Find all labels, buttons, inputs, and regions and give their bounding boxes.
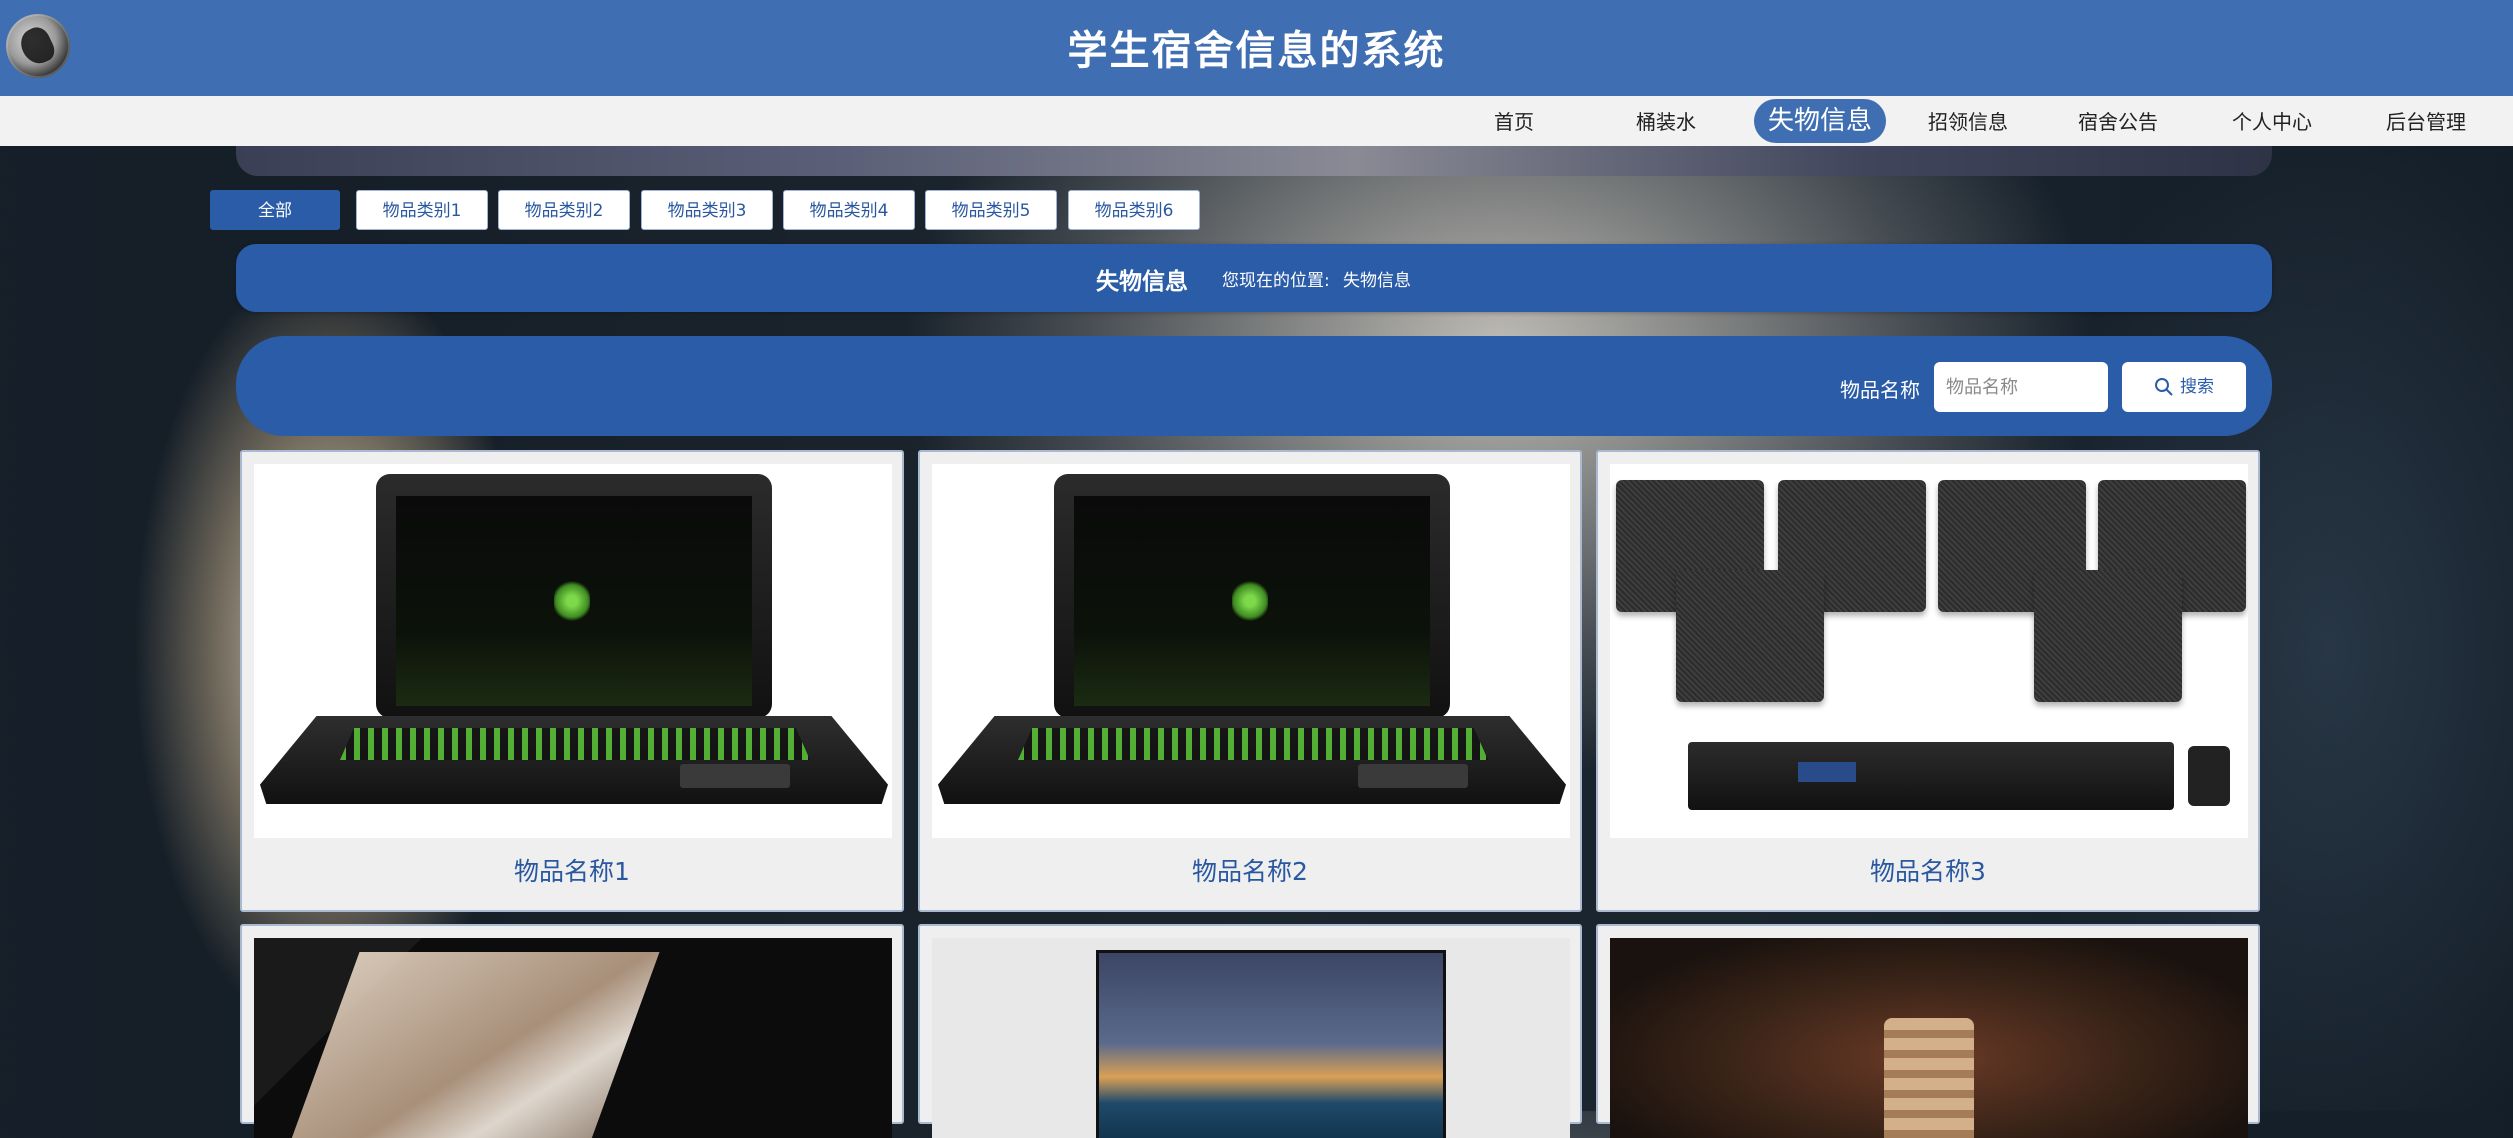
item-card-6[interactable] <box>1596 924 2260 1138</box>
page-title: 失物信息 <box>1096 269 1188 295</box>
category-tab-3[interactable]: 物品类别3 <box>641 190 773 230</box>
main-nav: 首页 桶装水 失物信息 招领信息 宿舍公告 个人中心 后台管理 <box>0 96 2513 146</box>
category-tab-all[interactable]: 全部 <box>210 190 340 230</box>
search-icon <box>2155 378 2173 396</box>
item-card-4[interactable] <box>240 924 904 1138</box>
laptop-image <box>254 938 892 1138</box>
nav-item-found-items[interactable]: 招领信息 <box>1926 106 2010 138</box>
item-card-5[interactable] <box>918 924 1582 1138</box>
search-label: 物品名称 <box>1840 378 1920 402</box>
breadcrumb: 失物信息 您现在的位置: 失物信息 <box>236 244 2272 312</box>
banner-image <box>236 146 2272 176</box>
search-button-label: 搜索 <box>2180 377 2214 397</box>
category-tab-6[interactable]: 物品类别6 <box>1068 190 1200 230</box>
top-header: 学生宿舍信息的系统 <box>0 0 2513 96</box>
nav-item-dorm-notice[interactable]: 宿舍公告 <box>2076 106 2160 138</box>
item-card-1[interactable]: 物品名称1 <box>240 450 904 912</box>
item-card-3[interactable]: 物品名称3 <box>1596 450 2260 912</box>
item-name[interactable]: 物品名称2 <box>920 852 1580 888</box>
search-panel: 物品名称 搜索 <box>236 336 2272 436</box>
breadcrumb-label: 您现在的位置: <box>1222 271 1330 291</box>
site-title: 学生宿舍信息的系统 <box>1067 28 1446 74</box>
item-image[interactable] <box>932 464 1570 838</box>
laptop-image <box>1054 474 1450 718</box>
breadcrumb-current[interactable]: 失物信息 <box>1343 266 1411 291</box>
category-tab-4[interactable]: 物品类别4 <box>783 190 915 230</box>
item-image[interactable] <box>1610 464 2248 838</box>
nav-item-water[interactable]: 桶装水 <box>1634 106 1698 138</box>
item-image[interactable] <box>1610 938 2248 1138</box>
nav-item-profile[interactable]: 个人中心 <box>2230 106 2314 138</box>
category-tab-2[interactable]: 物品类别2 <box>498 190 630 230</box>
item-card-2[interactable]: 物品名称2 <box>918 450 1582 912</box>
category-tab-5[interactable]: 物品类别5 <box>925 190 1057 230</box>
laptop-image <box>376 474 772 718</box>
search-input[interactable] <box>1934 362 2108 412</box>
item-name[interactable]: 物品名称3 <box>1598 852 2258 888</box>
tv-image <box>932 938 1570 1138</box>
nav-item-home[interactable]: 首页 <box>1490 106 1538 138</box>
category-tab-1[interactable]: 物品类别1 <box>356 190 488 230</box>
nav-item-lost-items[interactable]: 失物信息 <box>1754 99 1887 143</box>
item-name[interactable]: 物品名称1 <box>242 852 902 888</box>
item-image[interactable] <box>932 938 1570 1138</box>
nav-item-admin[interactable]: 后台管理 <box>2384 106 2468 138</box>
item-image[interactable] <box>254 938 892 1138</box>
item-image[interactable] <box>254 464 892 838</box>
watch-image <box>1610 938 2248 1138</box>
search-button[interactable]: 搜索 <box>2122 362 2246 412</box>
